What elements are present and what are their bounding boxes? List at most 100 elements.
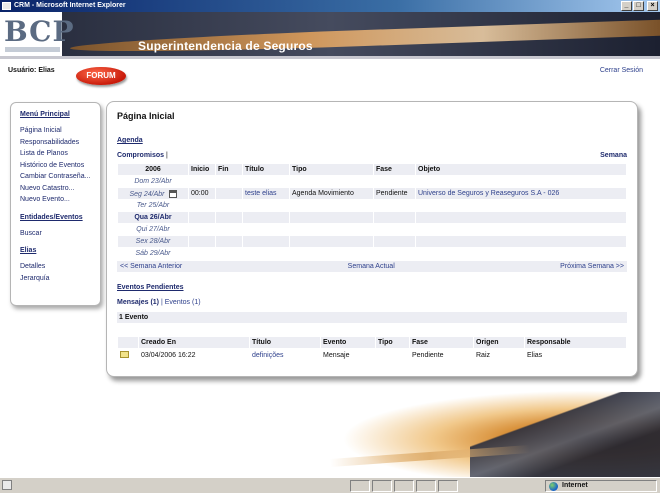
event-phase: Pendiente [412, 351, 444, 359]
next-week-link[interactable]: Próxima Semana >> [560, 261, 624, 272]
window-controls: _ □ × [621, 1, 658, 11]
maximize-button[interactable]: □ [633, 1, 644, 11]
agenda-table: 2006 Inicio Fin Título Tipo Fase Objeto … [117, 163, 627, 260]
event-owner: Elias [527, 351, 543, 359]
week-view-link[interactable]: Semana [600, 152, 627, 159]
envelope-icon[interactable] [120, 351, 129, 359]
agenda-heading[interactable]: Agenda [117, 137, 627, 144]
sidebar-item-change-password[interactable]: Cambiar Contraseña... [20, 171, 100, 183]
sidebar-heading-user: Elias [20, 247, 37, 254]
agenda-col-end: Fin [216, 164, 242, 175]
user-label: Usuário: Elias [8, 67, 55, 74]
event-title-link[interactable]: definições [252, 352, 284, 359]
globe-icon [549, 482, 558, 491]
pending-events-heading[interactable]: Eventos Pendientes [117, 284, 627, 291]
agenda-day[interactable]: Sex 28/Abr [118, 236, 188, 247]
agenda-row: Ter 25/Abr [118, 200, 626, 211]
sidebar-item-responsibilities[interactable]: Responsabilidades [20, 137, 100, 149]
agenda-col-start: Inicio [189, 164, 215, 175]
agenda-day[interactable]: Dom 23/Abr [118, 176, 188, 187]
events-col-event: Evento [321, 337, 375, 348]
agenda-end [216, 188, 242, 199]
agenda-type: Agenda Movimiento [290, 188, 373, 199]
sidebar-item-home[interactable]: Página Inicial [20, 125, 100, 137]
sidebar-item-search[interactable]: Buscar [20, 228, 100, 240]
status-panes [350, 480, 458, 492]
events-col-title: Título [250, 337, 320, 348]
tab-separator: | [160, 299, 163, 306]
agenda-col-object: Objeto [416, 164, 626, 175]
close-button[interactable]: × [647, 1, 658, 11]
event-type [376, 349, 409, 361]
status-pane [416, 480, 436, 492]
status-pane [394, 480, 414, 492]
sidebar-item-new-event[interactable]: Nuevo Evento... [20, 194, 100, 206]
status-pane [438, 480, 458, 492]
ie-app-icon [2, 2, 11, 10]
prev-week-link[interactable]: << Semana Anterior [120, 261, 182, 272]
agenda-day[interactable]: Sáb 29/Abr [118, 248, 188, 259]
agenda-row: Seg 24/Abr 00:00 teste elias Agenda Movi… [118, 188, 626, 199]
current-week-link[interactable]: Semana Actual [348, 261, 395, 272]
minimize-button[interactable]: _ [621, 1, 632, 11]
agenda-start: 00:00 [189, 188, 215, 199]
events-col-created: Creado En [139, 337, 249, 348]
tab-messages[interactable]: Mensajes (1) [117, 299, 159, 306]
events-col-phase: Fase [410, 337, 473, 348]
status-pane [350, 480, 370, 492]
agenda-row: Sex 28/Abr [118, 236, 626, 247]
events-col-icon [118, 337, 138, 348]
calendar-icon[interactable] [168, 189, 177, 198]
commitments-tab[interactable]: Compromisos [117, 152, 164, 159]
page-status-icon [2, 480, 12, 490]
sidebar-item-plans-list[interactable]: Lista de Planos [20, 148, 100, 160]
sidebar-item-details[interactable]: Detalles [20, 261, 100, 273]
events-table: Creado En Título Evento Tipo Fase Origen… [117, 336, 627, 362]
status-pane [372, 480, 392, 492]
event-origin: Raiz [476, 351, 491, 359]
sidebar-heading-main-menu: Menú Principal [20, 111, 70, 118]
event-count: 1 Evento [117, 312, 627, 323]
sidebar-heading-entities: Entidades/Eventos [20, 213, 83, 221]
logo-underline [5, 47, 60, 52]
agenda-row: Qui 27/Abr [118, 224, 626, 235]
sidebar-item-new-register[interactable]: Nuevo Catastro... [20, 183, 100, 195]
browser-statusbar: Internet [0, 477, 660, 493]
agenda-day[interactable]: Ter 25/Abr [118, 200, 188, 211]
events-col-type: Tipo [376, 337, 409, 348]
sidebar-menu: Menú Principal Página Inicial Responsabi… [10, 102, 101, 306]
decorative-dark-shape [470, 392, 660, 477]
tab-events[interactable]: Eventos (1) [165, 299, 201, 306]
agenda-subnav: Compromisos | Semana [117, 152, 627, 159]
agenda-phase: Pendiente [374, 188, 415, 199]
agenda-col-year: 2006 [118, 164, 188, 175]
agenda-object-link[interactable]: Universo de Seguros y Reaseguros S.A - 0… [418, 190, 559, 197]
events-col-origin: Origen [474, 337, 524, 348]
agenda-row: Dom 23/Abr [118, 176, 626, 187]
window-titlebar: CRM - Microsoft Internet Explorer _ □ × [0, 0, 660, 12]
site-header: BCP Superintendencia de Seguros [0, 12, 660, 60]
header-strip [0, 56, 660, 59]
subnav-separator: | [166, 152, 168, 159]
main-panel: Página Inicial Agenda Compromisos | Sema… [106, 101, 638, 377]
agenda-day[interactable]: Qui 27/Abr [118, 224, 188, 235]
agenda-day-today[interactable]: Qua 26/Abr [118, 212, 188, 223]
forum-button[interactable]: FORUM [76, 67, 126, 85]
event-row: 03/04/2006 16:22 definições Mensaje Pend… [118, 349, 626, 361]
bcp-logo: BCP [4, 15, 75, 48]
sidebar-item-event-history[interactable]: Histórico de Eventos [20, 160, 100, 172]
agenda-row: Sáb 29/Abr [118, 248, 626, 259]
events-col-owner: Responsable [525, 337, 626, 348]
agenda-day-label[interactable]: Seg 24/Abr [129, 190, 164, 197]
logout-link[interactable]: Cerrar Sesión [600, 67, 643, 74]
week-navigation: << Semana Anterior Semana Actual Próxima… [117, 261, 627, 272]
agenda-day: Seg 24/Abr [118, 188, 188, 199]
security-zone: Internet [545, 480, 657, 492]
agenda-col-title: Título [243, 164, 289, 175]
sidebar-item-hierarchy[interactable]: Jerarquía [20, 273, 100, 285]
zone-label: Internet [562, 482, 588, 489]
event-tabs: Mensajes (1) | Eventos (1) [117, 299, 627, 306]
agenda-item-link[interactable]: teste elias [245, 190, 277, 197]
event-kind: Mensaje [323, 351, 350, 359]
agenda-col-type: Tipo [290, 164, 373, 175]
